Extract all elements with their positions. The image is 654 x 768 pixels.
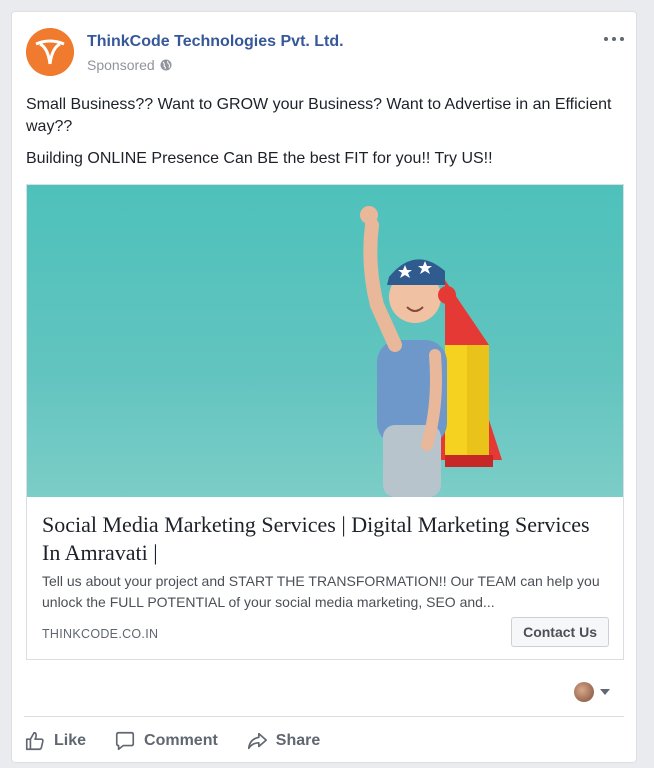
- globe-icon[interactable]: [160, 59, 172, 71]
- sponsored-text: Sponsored: [87, 57, 155, 73]
- comment-label: Comment: [144, 732, 218, 749]
- share-button[interactable]: Share: [246, 730, 320, 752]
- sponsored-post-card: ThinkCode Technologies Pvt. Ltd. Sponsor…: [11, 11, 637, 763]
- child-rocket-illustration: [360, 206, 502, 497]
- link-details: Social Media Marketing Services | Digita…: [27, 497, 623, 659]
- more-options-icon[interactable]: [604, 34, 624, 44]
- contact-us-button[interactable]: Contact Us: [511, 617, 609, 647]
- actor-avatar: [574, 682, 594, 702]
- share-arrow-icon: [247, 732, 267, 750]
- thumbs-up-icon: [25, 731, 44, 751]
- link-preview[interactable]: Social Media Marketing Services | Digita…: [26, 184, 624, 660]
- post-message: Small Business?? Want to GROW your Busin…: [26, 94, 626, 180]
- page-name-link[interactable]: ThinkCode Technologies Pvt. Ltd.: [87, 33, 344, 51]
- link-hero-image[interactable]: [27, 185, 623, 497]
- comment-button[interactable]: Comment: [114, 730, 218, 752]
- comment-icon: [115, 731, 135, 751]
- like-button[interactable]: Like: [24, 730, 86, 752]
- page-avatar[interactable]: [26, 28, 74, 76]
- divider: [24, 716, 624, 717]
- chevron-down-icon: [600, 689, 610, 695]
- like-label: Like: [54, 732, 87, 749]
- actor-selector[interactable]: [574, 682, 610, 702]
- link-domain: THINKCODE.CO.IN: [42, 627, 159, 641]
- link-title[interactable]: Social Media Marketing Services | Digita…: [42, 511, 602, 567]
- post-actions: Like Comment Share: [24, 726, 320, 756]
- share-label: Share: [275, 732, 321, 749]
- post-text-line: Building ONLINE Presence Can BE the best…: [26, 150, 493, 167]
- post-text-line: Small Business?? Want to GROW your Busin…: [26, 96, 612, 135]
- thinkcode-logo-icon: [26, 28, 74, 76]
- link-description: Tell us about your project and START THE…: [42, 573, 600, 610]
- sponsored-label: Sponsored: [87, 57, 172, 73]
